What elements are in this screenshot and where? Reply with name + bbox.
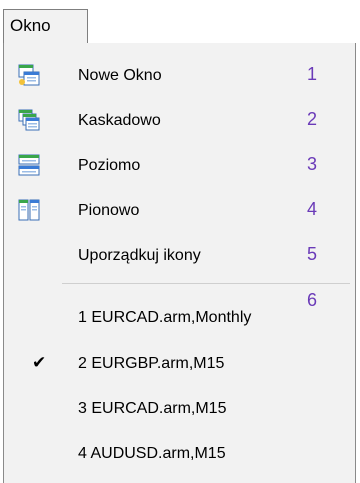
item-number: 4 bbox=[307, 199, 318, 219]
menu-item-cascade[interactable]: Kaskadowo 2 bbox=[4, 102, 355, 138]
window-list-item[interactable]: 4 AUDUSD.arm,M15 bbox=[4, 435, 355, 471]
cascade-icon bbox=[18, 109, 40, 131]
window-label: 1 EURCAD.arm,Monthly bbox=[78, 309, 252, 326]
menu-item-label: Nowe Okno bbox=[78, 67, 162, 84]
menu-item-label: Kaskadowo bbox=[78, 112, 161, 129]
new-window-icon bbox=[18, 64, 40, 86]
menu-item-label: Uporządkuj ikony bbox=[78, 247, 201, 264]
item-number: 5 bbox=[307, 244, 318, 264]
window-menu-dropdown: Nowe Okno 1 Kaskadowo 2 Poziomo 3 Pionow… bbox=[3, 43, 356, 483]
menu-okno[interactable]: Okno bbox=[3, 9, 88, 43]
menu-bar: Okno bbox=[0, 0, 360, 44]
tile-horizontal-icon bbox=[18, 154, 40, 176]
menu-item-arrange-icons[interactable]: Uporządkuj ikony 5 bbox=[4, 237, 355, 273]
window-list-item[interactable]: ✔ 2 EURGBP.arm,M15 bbox=[4, 345, 355, 381]
menu-item-tile-horizontal[interactable]: Poziomo 3 bbox=[4, 147, 355, 183]
item-number: 1 bbox=[307, 64, 318, 84]
menu-item-label: Poziomo bbox=[78, 157, 141, 174]
menu-item-tile-vertical[interactable]: Pionowo 4 bbox=[4, 192, 355, 228]
menu-item-new-window[interactable]: Nowe Okno 1 bbox=[4, 57, 355, 93]
window-list-item[interactable]: 3 EURCAD.arm,M15 bbox=[4, 390, 355, 426]
window-label: 2 EURGBP.arm,M15 bbox=[78, 355, 225, 372]
item-number: 2 bbox=[307, 109, 318, 129]
menu-item-label: Pionowo bbox=[78, 202, 140, 219]
window-label: 3 EURCAD.arm,M15 bbox=[78, 400, 227, 417]
tile-vertical-icon bbox=[18, 199, 40, 221]
item-number: 3 bbox=[307, 154, 318, 174]
window-label: 4 AUDUSD.arm,M15 bbox=[78, 445, 226, 462]
menu-separator bbox=[62, 283, 350, 284]
checkmark-icon: ✔ bbox=[32, 353, 47, 372]
window-list-item[interactable]: 1 EURCAD.arm,Monthly bbox=[4, 299, 355, 335]
